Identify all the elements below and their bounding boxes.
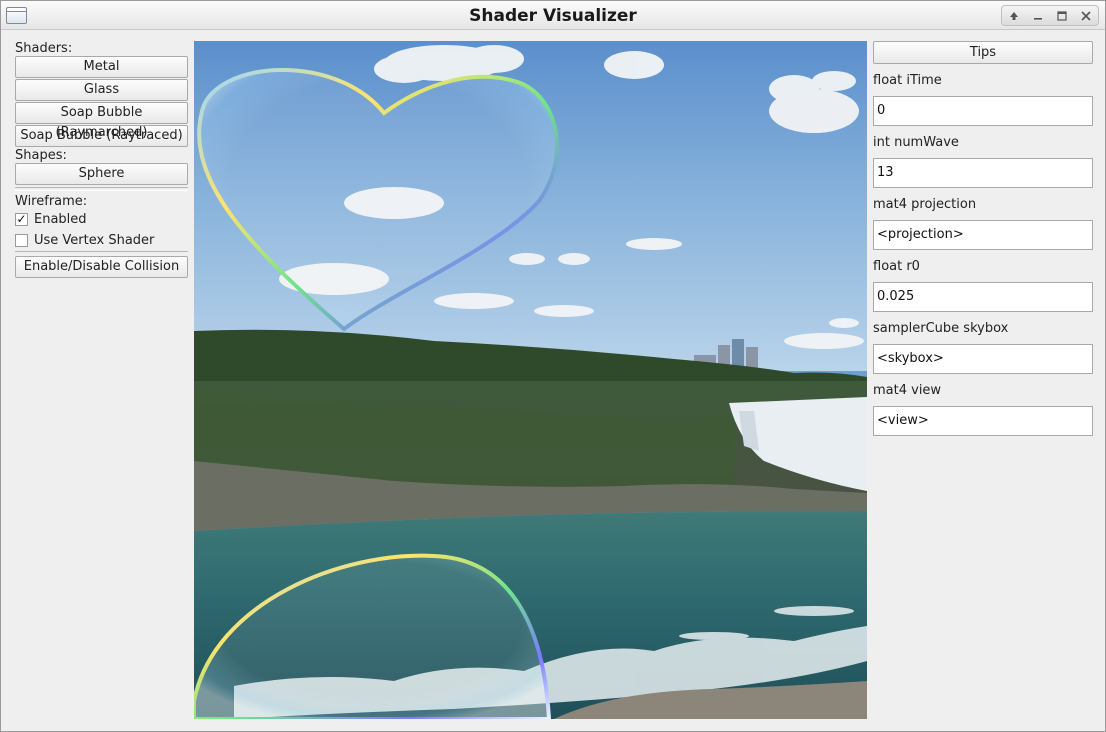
shader-soap-bubble-raymarched-button[interactable]: Soap Bubble (Raymarched) [15,102,188,140]
uniform-r0: float r0 0.025 [873,258,1093,320]
window-title: Shader Visualizer [469,6,637,26]
render-viewport[interactable] [194,41,867,719]
uniform-value-field[interactable]: 0.025 [873,282,1093,312]
uniform-label: mat4 view [873,383,942,398]
window-controls [1001,5,1099,26]
divider [15,251,188,254]
title-bar[interactable]: Shader Visualizer [1,1,1105,30]
uniform-value-field[interactable]: <projection> [873,220,1093,250]
close-icon[interactable] [1077,7,1095,25]
wireframe-enabled-checkbox-row[interactable]: Enabled [15,209,188,230]
uniform-value-field[interactable]: 0 [873,96,1093,126]
uniforms-panel: Tips float iTime 0 int numWave 13 mat4 p… [873,41,1093,444]
uniform-skybox: samplerCube skybox <skybox> [873,320,1093,382]
wireframe-enabled-checkbox[interactable] [15,213,28,226]
use-vertex-shader-checkbox-row[interactable]: Use Vertex Shader [15,230,188,251]
wireframe-enabled-label: Enabled [34,212,87,227]
use-vertex-shader-checkbox[interactable] [15,234,28,247]
shaders-label: Shaders: [15,41,73,56]
uniform-itime: float iTime 0 [873,72,1093,134]
app-window: Shader Visualizer Shaders: Metal Glass S… [0,0,1106,732]
uniform-label: samplerCube skybox [873,321,1009,336]
uniform-view: mat4 view <view> [873,382,1093,444]
uniform-label: mat4 projection [873,197,977,212]
uniform-label: float r0 [873,259,920,274]
shapes-label: Shapes: [15,148,67,163]
wireframe-label: Wireframe: [15,194,88,209]
keep-above-icon[interactable] [1005,7,1023,25]
maximize-icon[interactable] [1053,7,1071,25]
shape-sphere-button[interactable]: Sphere [15,163,188,185]
shader-glass-button[interactable]: Glass [15,79,188,101]
use-vertex-shader-label: Use Vertex Shader [34,233,155,248]
uniform-numwave: int numWave 13 [873,134,1093,196]
uniform-projection: mat4 projection <projection> [873,196,1093,258]
scene-render [194,41,867,719]
minimize-icon[interactable] [1029,7,1047,25]
divider [15,187,188,191]
uniform-value-field[interactable]: 13 [873,158,1093,188]
uniform-value-field[interactable]: <view> [873,406,1093,436]
shader-soap-bubble-raytraced-button[interactable]: Soap Bubble (Raytraced) [15,125,188,147]
controls-panel: Shaders: Metal Glass Soap Bubble (Raymar… [15,41,188,279]
shader-metal-button[interactable]: Metal [15,56,188,78]
tips-button[interactable]: Tips [873,41,1093,64]
uniform-label: float iTime [873,73,942,88]
uniform-label: int numWave [873,135,959,150]
toggle-collision-button[interactable]: Enable/Disable Collision [15,256,188,278]
uniform-value-field[interactable]: <skybox> [873,344,1093,374]
